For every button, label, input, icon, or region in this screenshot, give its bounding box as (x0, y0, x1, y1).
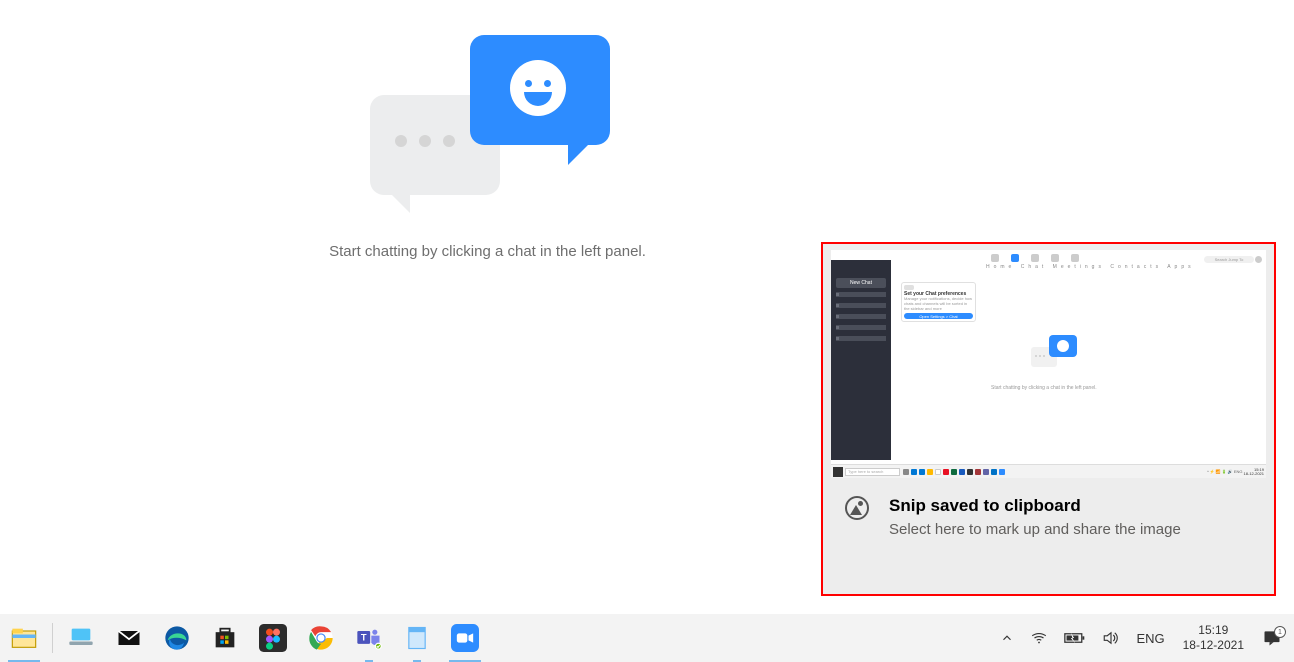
snip-preview-thumbnail: Home Chat Meetings Contacts Apps Search … (831, 250, 1266, 478)
edge-browser-icon[interactable] (153, 614, 201, 662)
preview-avatar (1255, 256, 1262, 263)
snip-notification-toast[interactable]: Home Chat Meetings Contacts Apps Search … (821, 242, 1276, 596)
chrome-icon[interactable] (297, 614, 345, 662)
microsoft-store-icon[interactable] (201, 614, 249, 662)
notepad-icon[interactable] (393, 614, 441, 662)
wifi-icon[interactable] (1024, 614, 1054, 662)
preview-topnav-labels: Home Chat Meetings Contacts Apps (986, 264, 1195, 270)
clock-time: 15:19 (1183, 623, 1244, 638)
preview-settings-card: Set your Chat preferences Manage your no… (901, 282, 976, 322)
taskbar: T ENG 15:19 18-12-2021 1 (0, 614, 1294, 662)
toast-subtitle: Select here to mark up and share the ima… (889, 520, 1181, 540)
teams-icon[interactable]: T (345, 614, 393, 662)
preview-topnav (991, 254, 1079, 262)
svg-text:T: T (361, 632, 367, 642)
preview-taskbar: Type here to search ^⚡📶🔋🔊ENG 15:1918-12-… (831, 464, 1266, 478)
preview-chat-bubbles (1031, 335, 1086, 380)
preview-search: Search Jump To (1204, 256, 1254, 263)
language-indicator[interactable]: ENG (1130, 631, 1170, 646)
zoom-icon[interactable] (441, 614, 489, 662)
toast-title: Snip saved to clipboard (889, 496, 1181, 516)
preview-sidebar: New Chat (831, 260, 891, 460)
file-explorer-icon[interactable] (0, 614, 48, 662)
tray-overflow-icon[interactable] (994, 614, 1020, 662)
clock-date: 18-12-2021 (1183, 638, 1244, 653)
mail-icon[interactable] (105, 614, 153, 662)
clock[interactable]: 15:19 18-12-2021 (1175, 623, 1252, 653)
figma-icon[interactable] (249, 614, 297, 662)
action-center-icon[interactable]: 1 (1256, 628, 1288, 648)
notification-badge: 1 (1274, 626, 1286, 638)
chat-bubbles-illustration (370, 35, 610, 215)
snip-icon (845, 496, 869, 520)
preview-center-text: Start chatting by clicking a chat in the… (991, 385, 1097, 391)
volume-icon[interactable] (1096, 614, 1126, 662)
laptop-icon[interactable] (57, 614, 105, 662)
battery-icon[interactable] (1058, 614, 1092, 662)
